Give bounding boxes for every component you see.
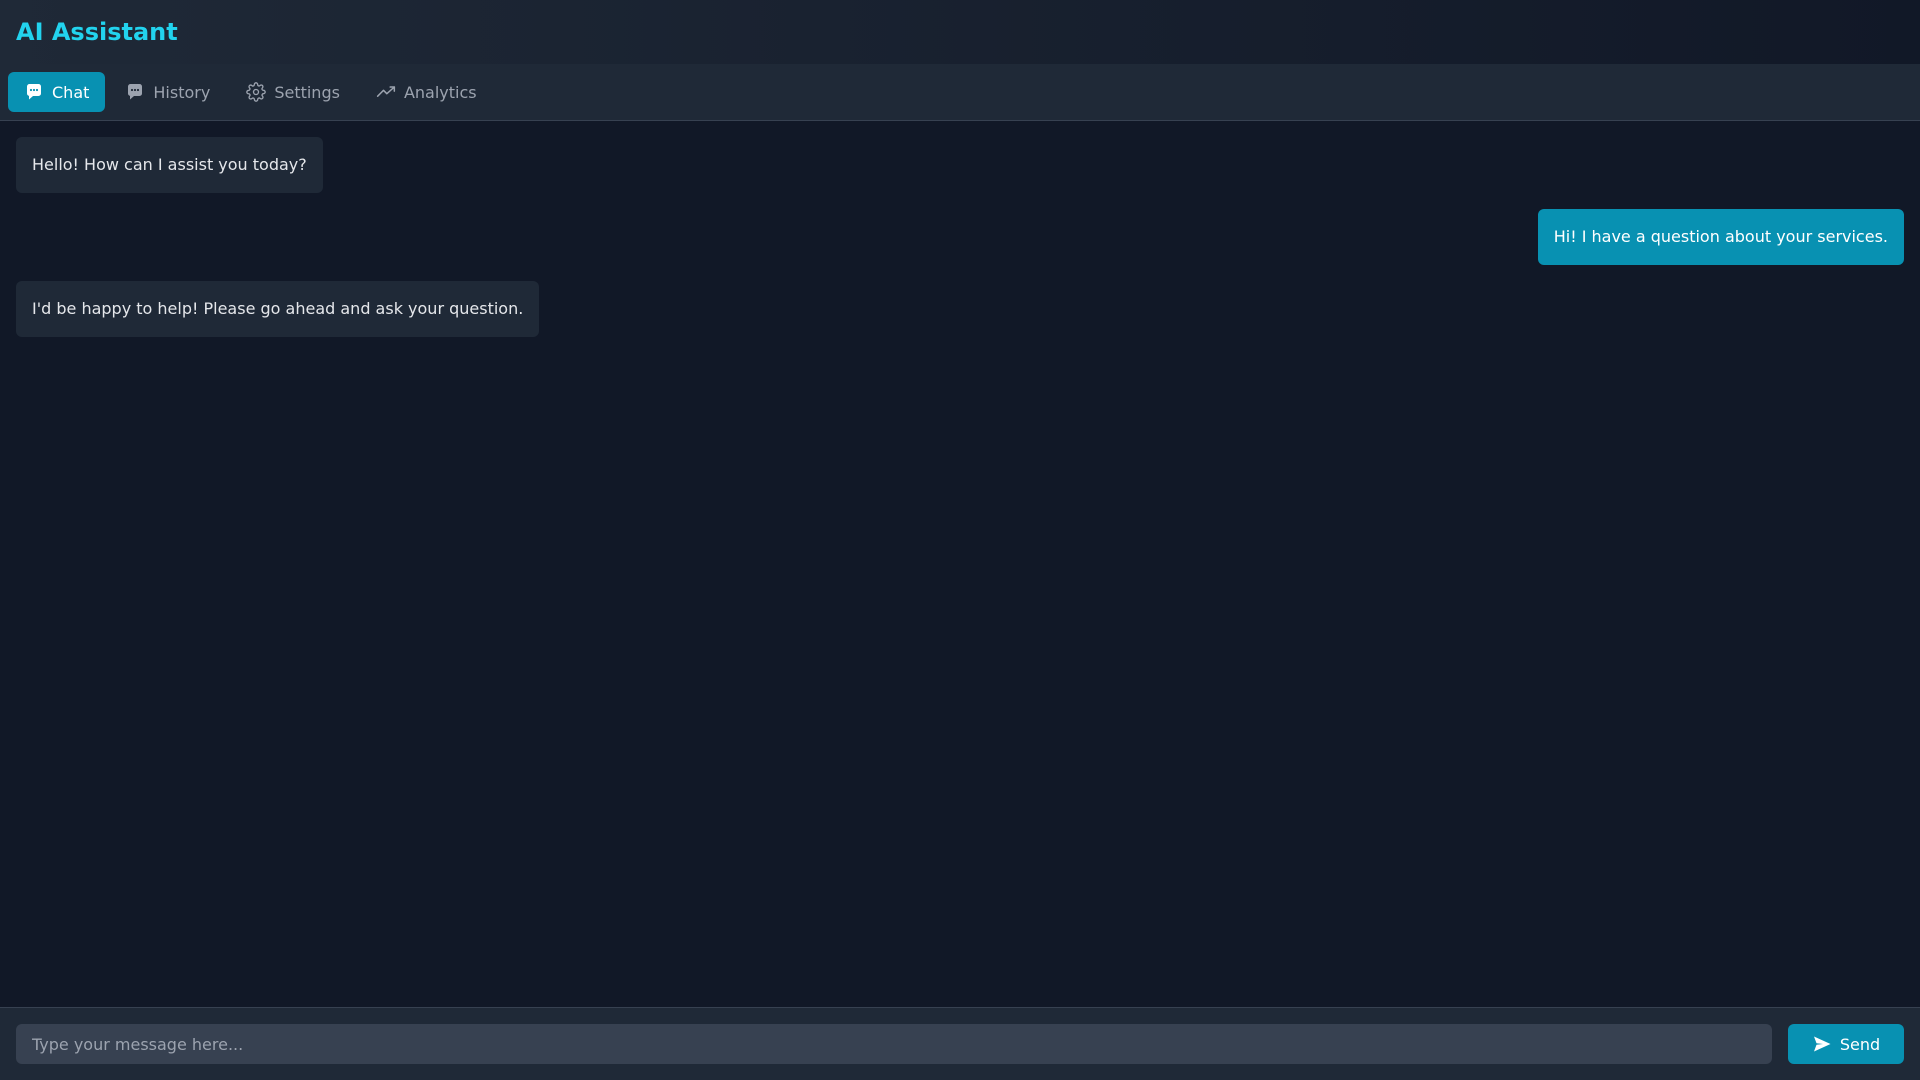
send-button[interactable]: Send bbox=[1788, 1024, 1904, 1064]
message-square-icon bbox=[125, 82, 145, 102]
app-header: AI Assistant bbox=[0, 0, 1920, 64]
tab-history[interactable]: History bbox=[109, 72, 226, 112]
send-icon bbox=[1812, 1034, 1832, 1054]
user-message: Hi! I have a question about your service… bbox=[1537, 209, 1904, 265]
app-window: AI Assistant Chat History Settings Analy… bbox=[0, 0, 1920, 1080]
tab-analytics-label: Analytics bbox=[403, 82, 477, 102]
gear-icon bbox=[246, 82, 267, 102]
app-title: AI Assistant bbox=[16, 18, 178, 46]
message-list[interactable]: Hello! How can I assist you today? Hi! I… bbox=[0, 121, 1920, 1007]
tab-analytics[interactable]: Analytics bbox=[360, 72, 493, 112]
tab-bar: Chat History Settings Analytics bbox=[0, 64, 1920, 121]
chat-bubble-icon bbox=[24, 82, 44, 102]
tab-chat[interactable]: Chat bbox=[8, 72, 106, 112]
assistant-message: Hello! How can I assist you today? bbox=[16, 137, 323, 193]
tab-settings-label: Settings bbox=[274, 82, 340, 102]
tab-history-label: History bbox=[153, 82, 211, 102]
send-button-label: Send bbox=[1839, 1034, 1881, 1054]
assistant-message: I'd be happy to help! Please go ahead an… bbox=[16, 281, 540, 337]
tab-settings[interactable]: Settings bbox=[230, 72, 356, 112]
message-composer: Send bbox=[0, 1007, 1920, 1080]
tab-chat-label: Chat bbox=[52, 82, 90, 102]
trend-line-icon bbox=[376, 82, 396, 102]
message-input[interactable] bbox=[16, 1024, 1772, 1064]
